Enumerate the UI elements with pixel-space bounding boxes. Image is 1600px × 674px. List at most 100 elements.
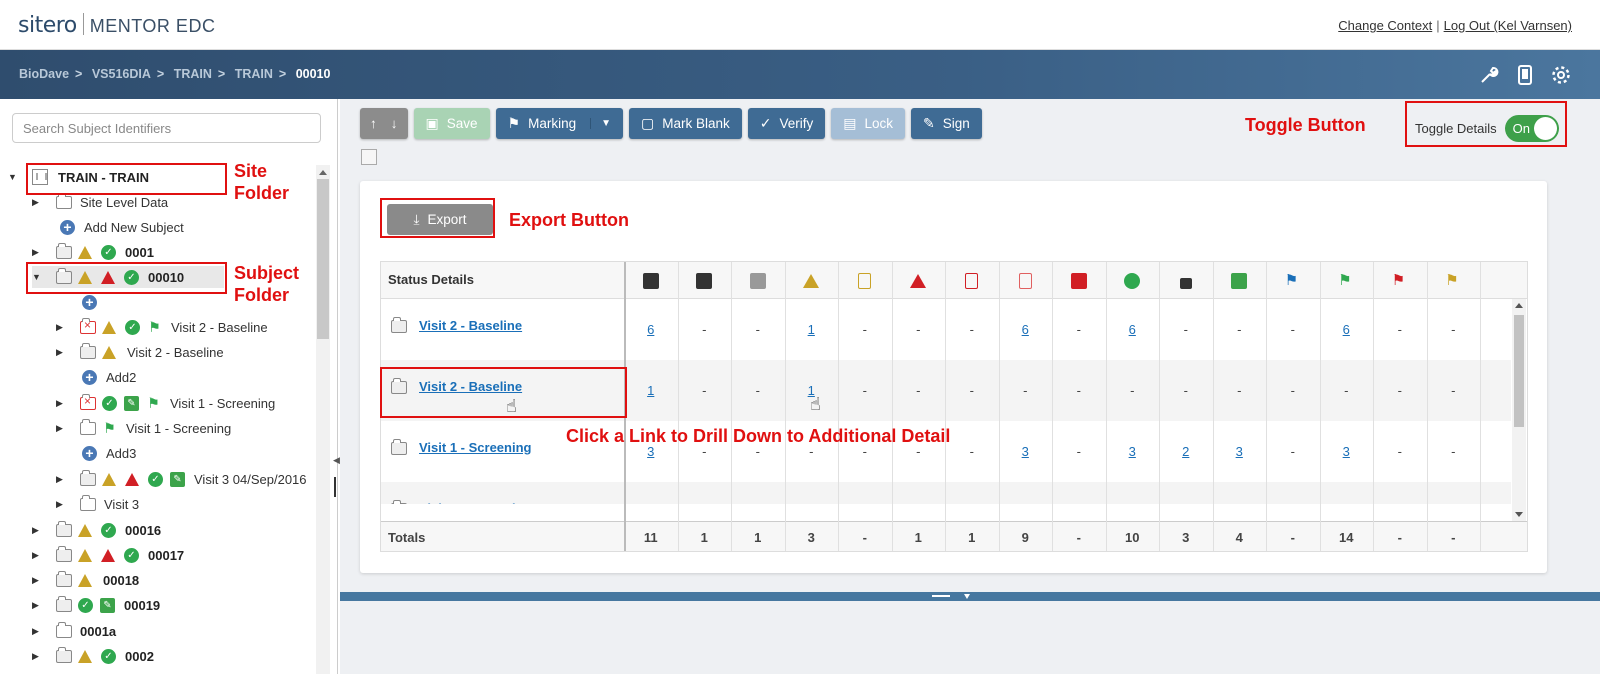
- expand-arrow-icon[interactable]: ▼: [8, 172, 20, 182]
- scroll-thumb[interactable]: [317, 179, 329, 339]
- count-cell: -: [1159, 482, 1213, 504]
- tree-visit[interactable]: ▶ ✓ ⚑ Visit 2 - Baseline: [56, 316, 268, 338]
- count-cell: -: [862, 322, 867, 337]
- tree-subject[interactable]: ▶ ✓ ✎ 00019: [32, 594, 160, 616]
- caret-down-icon[interactable]: [964, 594, 970, 599]
- scroll-up-icon[interactable]: [319, 170, 327, 175]
- table-row: Visit 1 - Screening-------------3--: [381, 482, 1511, 504]
- tree-subject[interactable]: ▶ ✓ 00017: [32, 544, 184, 566]
- yellow-flag-icon: ⚑: [1445, 271, 1459, 289]
- count-link[interactable]: 3: [1213, 421, 1267, 482]
- expand-arrow-icon[interactable]: ▶: [56, 499, 68, 510]
- tree-visit[interactable]: ▶ Visit 2 - Baseline: [56, 341, 224, 363]
- count-cell: -: [1237, 383, 1242, 398]
- tree-add-subject[interactable]: + Add New Subject: [60, 216, 184, 238]
- column-divider: [891, 262, 893, 551]
- panel-resize-handle[interactable]: [334, 477, 336, 497]
- scroll-thumb[interactable]: [1514, 315, 1524, 427]
- scroll-up-icon[interactable]: [1515, 303, 1523, 308]
- count-link[interactable]: 3: [999, 421, 1053, 482]
- mark-blank-button[interactable]: ▢ Mark Blank: [629, 108, 742, 139]
- expand-arrow-icon[interactable]: ▶: [56, 322, 68, 333]
- tree-add-visit[interactable]: +: [82, 291, 104, 313]
- expand-arrow-icon[interactable]: ▶: [56, 398, 68, 409]
- visit-link-highlight: [380, 367, 627, 418]
- breadcrumb-item[interactable]: VS516DIA: [92, 67, 151, 81]
- count-link[interactable]: 6: [624, 299, 678, 360]
- search-input[interactable]: Search Subject Identifiers: [12, 113, 321, 143]
- tree-add-visit[interactable]: + Add3: [82, 442, 136, 464]
- tree-subject[interactable]: ▶ ✓ 0002: [32, 645, 154, 667]
- grip-icon[interactable]: [932, 595, 950, 597]
- count-cell: -: [785, 482, 839, 504]
- count-link[interactable]: 6: [999, 299, 1053, 360]
- table-scrollbar[interactable]: [1512, 299, 1526, 521]
- expand-arrow-icon[interactable]: ▶: [32, 651, 44, 662]
- tree-scrollbar[interactable]: [316, 165, 330, 674]
- logout-link[interactable]: Log Out (Kel Varnsen): [1444, 18, 1572, 33]
- tree-subject[interactable]: ▶ ✓ 00016: [32, 519, 161, 541]
- tree-visit[interactable]: ▶ Visit 3: [56, 493, 139, 515]
- expand-arrow-icon[interactable]: ▶: [32, 550, 44, 561]
- total-cell: 3: [807, 529, 815, 545]
- count-link[interactable]: 2: [1159, 421, 1213, 482]
- total-cell: -: [1397, 529, 1402, 545]
- count-link[interactable]: 3: [1320, 482, 1374, 504]
- tree-add-visit[interactable]: + Add2: [82, 366, 136, 388]
- visit-link[interactable]: Visit 2 - Baseline: [419, 318, 522, 333]
- count-cell: -: [916, 383, 921, 398]
- verify-button[interactable]: ✓ Verify: [747, 108, 826, 139]
- count-cell: -: [1076, 383, 1081, 398]
- expand-arrow-icon[interactable]: ▶: [32, 247, 44, 258]
- count-cell: -: [1106, 482, 1160, 504]
- caret-down-icon[interactable]: ▼: [590, 118, 611, 129]
- count-link[interactable]: 1: [624, 360, 678, 421]
- scroll-down-icon[interactable]: [1515, 512, 1523, 517]
- tree-visit[interactable]: ▶ ✓ ✎ ⚑ Visit 1 - Screening: [56, 392, 275, 414]
- count-link[interactable]: 3: [1320, 421, 1374, 482]
- arrow-up-icon[interactable]: ↑: [370, 116, 377, 131]
- count-link[interactable]: 3: [1106, 421, 1160, 482]
- expand-arrow-icon[interactable]: ▶: [56, 423, 68, 434]
- column-divider: [731, 262, 732, 551]
- count-link[interactable]: 6: [1320, 299, 1374, 360]
- expand-arrow-icon[interactable]: ▶: [32, 600, 44, 611]
- warning-icon: [78, 523, 92, 537]
- expand-arrow-icon[interactable]: ▶: [32, 626, 44, 637]
- save-button[interactable]: ▣ Save: [413, 108, 490, 139]
- tablet-icon[interactable]: [1514, 64, 1536, 86]
- tree-label: Visit 1 - Screening: [126, 420, 232, 436]
- count-cell: -: [702, 383, 707, 398]
- count-cell: -: [1344, 383, 1349, 398]
- breadcrumb-item[interactable]: TRAIN: [174, 67, 212, 81]
- expand-arrow-icon[interactable]: ▶: [32, 575, 44, 586]
- navigate-buttons: ↑ ↓: [360, 108, 408, 139]
- expand-arrow-icon[interactable]: ▶: [56, 474, 68, 485]
- tree-subject[interactable]: ▶ 00018: [32, 569, 139, 591]
- breadcrumb-item[interactable]: BioDave: [19, 67, 69, 81]
- count-link[interactable]: 6: [1106, 299, 1160, 360]
- arrow-down-icon[interactable]: ↓: [391, 116, 398, 131]
- tree-subject[interactable]: ▶ 0001a: [32, 620, 116, 642]
- expand-arrow-icon[interactable]: ▶: [32, 525, 44, 536]
- tree-visit[interactable]: ▶ ⚑ Visit 1 - Screening: [56, 417, 231, 439]
- sign-button[interactable]: ✎ Sign: [911, 108, 982, 139]
- tree-subject-0001[interactable]: ▶ ✓ 0001: [32, 241, 154, 263]
- mark-blank-label: Mark Blank: [662, 116, 730, 131]
- visit-link[interactable]: Visit 1 - Screening: [419, 440, 531, 455]
- expand-arrow-icon[interactable]: ▶: [56, 347, 68, 358]
- breadcrumb: BioDave > VS516DIA > TRAIN > TRAIN > 00010: [19, 67, 331, 81]
- change-context-link[interactable]: Change Context: [1338, 18, 1432, 33]
- collapse-panel-icon[interactable]: ◀: [333, 455, 340, 466]
- lock-button[interactable]: ▤ Lock: [831, 108, 906, 139]
- visit-link[interactable]: Visit 1 - Screening: [419, 501, 531, 504]
- tree-label: Add2: [106, 369, 137, 385]
- wrench-icon[interactable]: [1478, 64, 1500, 86]
- breadcrumb-item[interactable]: TRAIN: [235, 67, 273, 81]
- count-link[interactable]: 1: [785, 299, 839, 360]
- panel-divider[interactable]: [340, 592, 1600, 601]
- tree-visit[interactable]: ▶ ✓ ✎ Visit 3 04/Sep/2016: [56, 468, 307, 490]
- expand-arrow-icon[interactable]: ▶: [32, 197, 44, 208]
- marking-button[interactable]: ⚑ Marking ▼: [495, 108, 623, 139]
- gear-icon[interactable]: [1550, 64, 1572, 86]
